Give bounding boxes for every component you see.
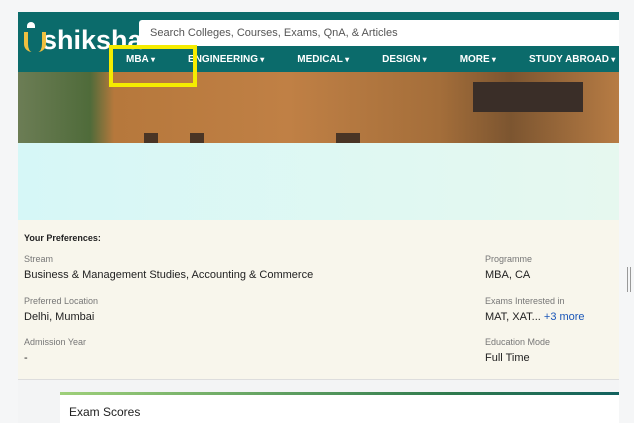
- window: [144, 133, 158, 143]
- admission-year-value: -: [24, 352, 28, 364]
- nav-engineering[interactable]: ENGINEERING: [188, 54, 264, 65]
- logo-icon: [22, 22, 46, 56]
- main-nav: MBA ENGINEERING MEDICAL DESIGN MORE STUD…: [126, 47, 634, 72]
- more-exams-link[interactable]: +3 more: [544, 311, 585, 323]
- nav-design[interactable]: DESIGN: [382, 54, 427, 65]
- exams-text: MAT, XAT...: [485, 311, 541, 323]
- exams-label: Exams Interested in: [485, 296, 565, 306]
- nav-more[interactable]: MORE: [460, 54, 496, 65]
- window: [190, 133, 204, 143]
- scrollbar-handle[interactable]: [627, 267, 631, 292]
- nav-medical[interactable]: MEDICAL: [297, 54, 349, 65]
- nav-study-abroad[interactable]: STUDY ABROAD: [529, 54, 615, 65]
- profile-banner: [18, 143, 619, 220]
- preferences-title: Your Preferences:: [24, 233, 101, 243]
- programme-value: MBA, CA: [485, 269, 531, 281]
- location-label: Preferred Location: [24, 296, 99, 306]
- exams-value: MAT, XAT... +3 more: [485, 311, 585, 323]
- window: [336, 133, 360, 143]
- education-mode-value: Full Time: [485, 352, 530, 364]
- stream-value: Business & Management Studies, Accountin…: [24, 269, 314, 281]
- admission-year-label: Admission Year: [24, 337, 87, 347]
- preferences-section: Your Preferences: Stream Business & Mana…: [18, 220, 619, 380]
- stream-label: Stream: [24, 254, 54, 264]
- exam-scores-title: Exam Scores: [69, 405, 141, 419]
- exam-scores-card: Exam Scores: [60, 392, 619, 423]
- canopy: [473, 82, 583, 112]
- highlight-box: [109, 45, 197, 87]
- education-mode-label: Education Mode: [485, 337, 551, 347]
- search-input[interactable]: Search Colleges, Courses, Exams, QnA, & …: [139, 20, 619, 46]
- location-value: Delhi, Mumbai: [24, 311, 95, 323]
- programme-label: Programme: [485, 254, 533, 264]
